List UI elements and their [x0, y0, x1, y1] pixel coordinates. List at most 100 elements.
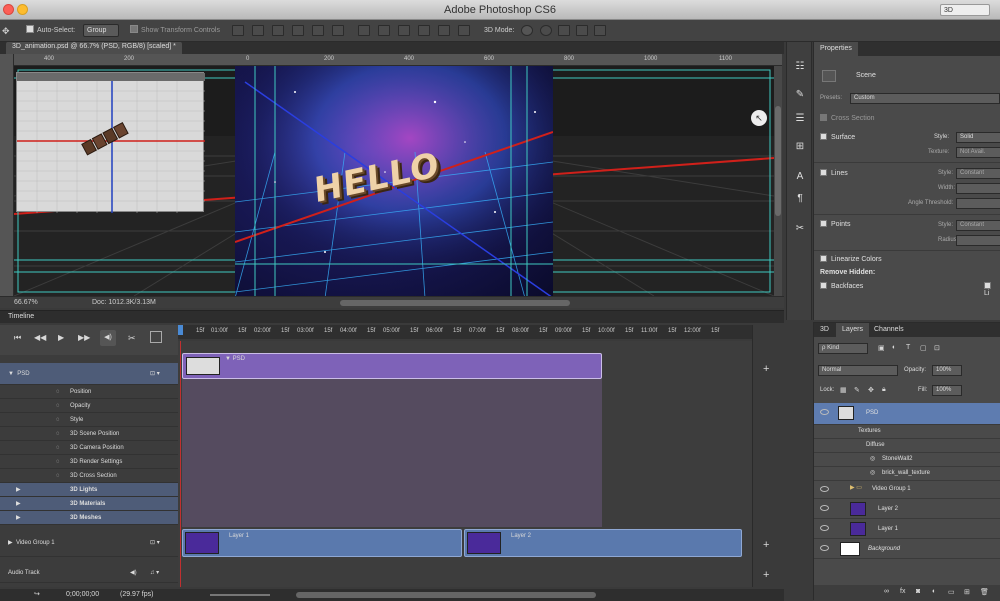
visibility-eye-icon[interactable]: [820, 525, 829, 531]
timeline-title[interactable]: Timeline: [8, 313, 34, 320]
scroll-thumb[interactable]: [775, 106, 781, 216]
brush-icon[interactable]: ✎: [792, 88, 808, 102]
visibility-eye-icon[interactable]: [820, 545, 829, 551]
new-layer-icon[interactable]: ⊞: [964, 588, 970, 596]
blend-mode-dropdown[interactable]: Normal: [818, 365, 898, 376]
points-checkbox[interactable]: [820, 220, 827, 227]
align-hcenter-button[interactable]: [312, 25, 324, 36]
track-options-icon[interactable]: ⊡ ▾: [150, 363, 160, 385]
cross-section-checkbox[interactable]: [820, 114, 827, 121]
layer-row-psd[interactable]: PSD: [814, 403, 1000, 425]
track-options-icon[interactable]: ⊡ ▾: [150, 529, 160, 557]
surface-style-dropdown[interactable]: Solid: [956, 132, 1000, 143]
3d-scale-icon[interactable]: [594, 25, 606, 36]
horizontal-scroll-thumb[interactable]: [340, 300, 570, 306]
lock-all-icon[interactable]: 🔒︎: [882, 386, 886, 394]
linearize-colors-option[interactable]: Linearize Colors: [820, 255, 882, 263]
auto-select-option[interactable]: Auto-Select:: [26, 24, 75, 38]
align-vcenter-button[interactable]: [252, 25, 264, 36]
align-left-button[interactable]: [292, 25, 304, 36]
previous-frame-button[interactable]: ◀◀: [34, 333, 46, 342]
property-3d-cross-section[interactable]: ◌ 3D Cross Section: [0, 469, 178, 483]
add-media-button[interactable]: +: [763, 363, 769, 375]
remove-hidden-lines-checkbox[interactable]: [984, 282, 991, 289]
zoom-slider[interactable]: [210, 594, 270, 596]
lock-image-icon[interactable]: ✎: [854, 386, 860, 394]
show-transform-option[interactable]: Show Transform Controls: [130, 24, 220, 38]
adjustments-icon[interactable]: ☰: [792, 112, 808, 126]
new-group-icon[interactable]: ▭: [948, 588, 955, 596]
go-to-first-frame-button[interactable]: ⏮: [14, 333, 21, 343]
fill-field[interactable]: 100%: [932, 385, 962, 396]
visibility-eye-icon[interactable]: [820, 409, 829, 415]
track-video-group[interactable]: ▶ Video Group 1 ⊡ ▾: [0, 529, 178, 557]
clone-source-icon[interactable]: ⊞: [792, 140, 808, 154]
show-transform-checkbox[interactable]: [130, 25, 138, 33]
time-ruler[interactable]: 15f 01:00f 15f 02:00f 15f 03:00f 15f 04:…: [178, 325, 752, 339]
backfaces-checkbox[interactable]: [820, 282, 827, 289]
visibility-eye-icon[interactable]: [820, 486, 829, 492]
tab-layers[interactable]: Layers: [836, 323, 870, 337]
lines-checkbox[interactable]: [820, 169, 827, 176]
backfaces-option[interactable]: Backfaces: [820, 282, 863, 290]
track-area[interactable]: ▼ PSD Layer 1 Layer 2: [178, 341, 752, 587]
texture-eye-icon[interactable]: ◎: [870, 469, 875, 476]
horizontal-ruler[interactable]: 400 200 0 200 400 600 800 1000 1100: [14, 54, 782, 66]
distribute-hcenter-button[interactable]: [438, 25, 450, 36]
3d-slide-icon[interactable]: [576, 25, 588, 36]
tab-properties[interactable]: Properties: [814, 42, 858, 56]
add-audio-button[interactable]: +: [763, 569, 769, 581]
secondary-view[interactable]: [16, 72, 205, 213]
layer-row-layer2[interactable]: Layer 2: [814, 499, 1000, 519]
filter-adjustment-icon[interactable]: ◐: [892, 344, 896, 351]
3d-roll-icon[interactable]: [540, 25, 552, 36]
layer-filter-dropdown[interactable]: ρ Kind: [818, 343, 868, 354]
width-field[interactable]: [956, 183, 1000, 194]
track-audio[interactable]: Audio Track ◀) ♫ ▾: [0, 563, 178, 583]
psd-clip[interactable]: ▼ PSD: [182, 353, 602, 379]
doc-size[interactable]: Doc: 1012.3K/3.13M: [92, 299, 156, 306]
canvas-vertical-scrollbar[interactable]: [774, 66, 782, 296]
filter-smart-object-icon[interactable]: ⊡: [934, 344, 940, 352]
points-option[interactable]: Points: [820, 220, 850, 228]
mute-audio-icon[interactable]: ◀): [130, 563, 137, 583]
lock-transparent-icon[interactable]: ▦: [840, 386, 847, 394]
property-opacity[interactable]: ◌ Opacity: [0, 399, 178, 413]
next-frame-button[interactable]: ▶▶: [78, 333, 90, 342]
auto-select-checkbox[interactable]: [26, 25, 34, 33]
property-style[interactable]: ◌ Style: [0, 413, 178, 427]
lock-position-icon[interactable]: ✥: [868, 386, 874, 394]
distribute-top-button[interactable]: [358, 25, 370, 36]
new-adjustment-icon[interactable]: ◐: [932, 588, 936, 595]
layer2-clip[interactable]: Layer 2: [464, 529, 742, 557]
align-right-button[interactable]: [332, 25, 344, 36]
link-layers-icon[interactable]: ∞: [884, 588, 889, 595]
auto-select-target-dropdown[interactable]: Group: [83, 24, 119, 37]
transition-icon[interactable]: [150, 331, 162, 343]
add-mask-icon[interactable]: ◙: [916, 588, 920, 595]
move-tool-icon[interactable]: ✥: [2, 24, 10, 38]
document-tab[interactable]: 3D_animation.psd @ 66.7% (PSD, RGB/8) [s…: [6, 42, 182, 54]
visibility-eye-icon[interactable]: [820, 505, 829, 511]
distribute-bottom-button[interactable]: [398, 25, 410, 36]
property-position[interactable]: ◌ Position: [0, 385, 178, 399]
layer-row-diffuse[interactable]: Diffuse: [814, 439, 1000, 453]
group-3d-meshes[interactable]: ▶ 3D Meshes: [0, 511, 178, 525]
filter-type-icon[interactable]: T: [906, 344, 910, 351]
zoom-level[interactable]: 66.67%: [14, 299, 38, 306]
paragraph-icon[interactable]: ¶: [792, 192, 808, 206]
3d-artboard[interactable]: HELLO: [235, 66, 553, 296]
distribute-left-button[interactable]: [418, 25, 430, 36]
document-canvas[interactable]: HELLO ↖: [14, 66, 774, 296]
group-3d-materials[interactable]: ▶ 3D Materials: [0, 497, 178, 511]
audio-options-icon[interactable]: ♫ ▾: [150, 563, 159, 583]
group-3d-lights[interactable]: ▶ 3D Lights: [0, 483, 178, 497]
align-bottom-button[interactable]: [272, 25, 284, 36]
property-3d-scene-position[interactable]: ◌ 3D Scene Position: [0, 427, 178, 441]
layer-row-layer1[interactable]: Layer 1: [814, 519, 1000, 539]
opacity-field[interactable]: 100%: [932, 365, 962, 376]
play-button[interactable]: ▶: [58, 333, 64, 342]
radius-field[interactable]: [956, 235, 1000, 246]
cross-section-option[interactable]: Cross Section: [820, 114, 875, 122]
add-media-button[interactable]: +: [763, 539, 769, 551]
